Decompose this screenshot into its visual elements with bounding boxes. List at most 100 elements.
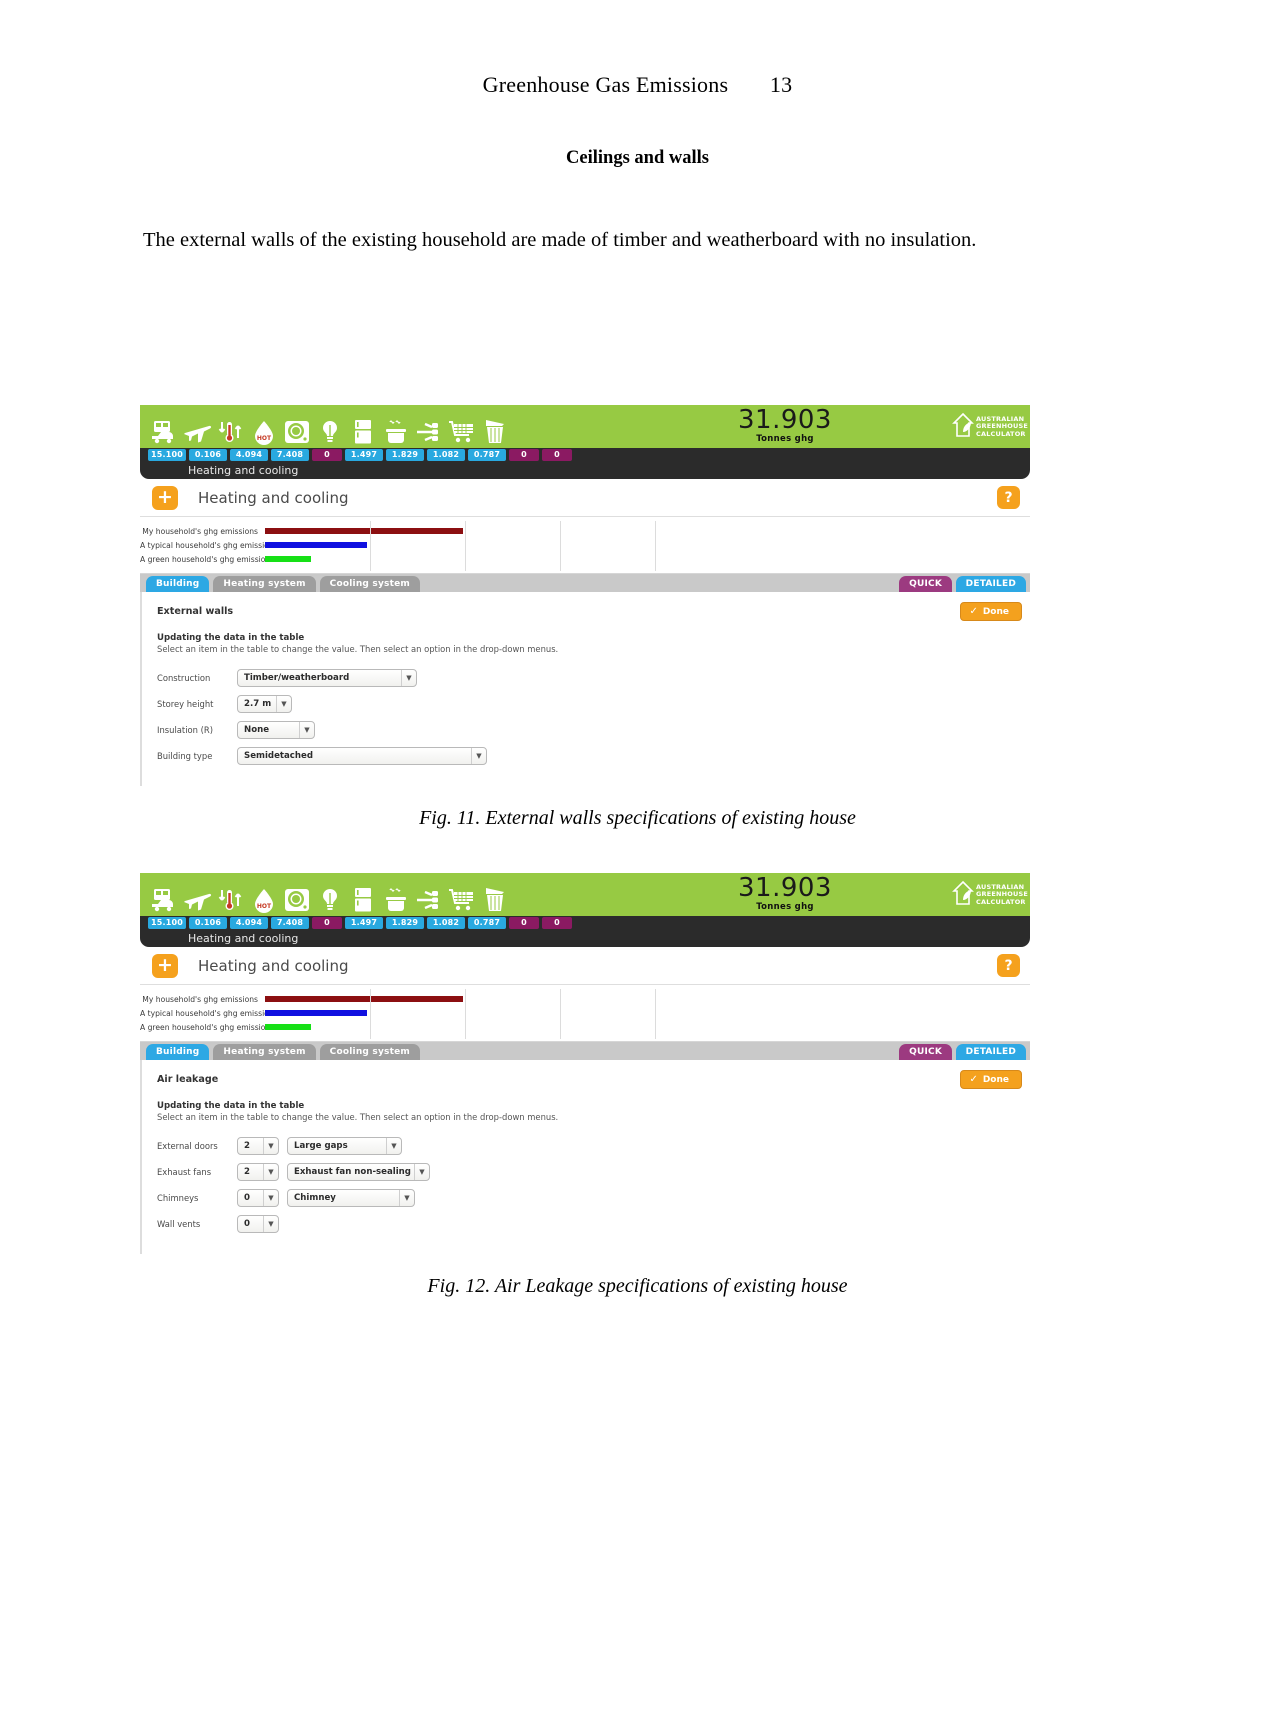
thermometer-heating-cooling-icon[interactable] <box>216 417 246 447</box>
select-storey-height[interactable]: 2.7 m ▼ <box>237 694 292 713</box>
tab-quick[interactable]: QUICK <box>899 1044 952 1060</box>
hot-water-droplet-icon[interactable]: HOT <box>249 417 279 447</box>
expand-plus-button[interactable]: + <box>152 953 178 978</box>
total-emissions: 31.903 Tonnes ghg <box>700 405 870 444</box>
waste-bin-icon[interactable] <box>480 885 510 915</box>
tab-bar[interactable]: Building Heating system Cooling system QUIC… <box>140 574 1030 592</box>
chart-gridline <box>370 989 371 1039</box>
leaf-house-icon <box>952 880 974 905</box>
chevron-down-icon[interactable]: ▼ <box>399 1189 414 1206</box>
thermometer-heating-cooling-icon[interactable] <box>216 885 246 915</box>
done-label: Done <box>982 1074 1009 1085</box>
select-external-doors-count[interactable]: 2 ▼ <box>237 1136 279 1155</box>
category-value-chip: 0 <box>312 448 342 462</box>
tab-quick[interactable]: QUICK <box>899 576 952 592</box>
category-icon-strip[interactable]: HOT <box>140 875 510 915</box>
category-value-chip: 7.408 <box>271 448 309 462</box>
select-exhaust-fans-type[interactable]: Exhaust fan non-sealing ▼ <box>287 1162 430 1181</box>
chevron-down-icon[interactable]: ▼ <box>414 1163 429 1180</box>
legend-row: A green household's ghg emissions <box>140 553 1030 565</box>
chart-gridline <box>370 521 371 571</box>
select-value: 2 <box>244 1140 250 1151</box>
shopping-trolley-icon[interactable] <box>447 417 477 447</box>
shopping-trolley-icon[interactable] <box>447 885 477 915</box>
appliances-plug-icon[interactable] <box>414 885 444 915</box>
select-value: Timber/weatherboard <box>244 672 350 683</box>
field-label: Exhaust fans <box>157 1166 212 1177</box>
select-chimneys-type[interactable]: Chimney ▼ <box>287 1188 415 1207</box>
airplane-icon[interactable] <box>183 417 213 447</box>
category-value-chip: 0 <box>542 448 572 462</box>
chevron-down-icon[interactable]: ▼ <box>263 1215 278 1232</box>
field-row: Insulation (R) None ▼ <box>157 720 1030 739</box>
tab-detailed[interactable]: DETAILED <box>955 1044 1026 1060</box>
hint-text: Select an item in the table to change th… <box>157 1112 559 1122</box>
hot-water-droplet-icon[interactable]: HOT <box>249 885 279 915</box>
done-button[interactable]: ✓ Done <box>960 1070 1022 1089</box>
tab-building[interactable]: Building <box>146 1044 210 1060</box>
tab-heating-system[interactable]: Heating system <box>213 576 316 592</box>
chevron-down-icon[interactable]: ▼ <box>471 747 486 764</box>
select-external-doors-type[interactable]: Large gaps ▼ <box>287 1136 402 1155</box>
tab-building[interactable]: Building <box>146 576 210 592</box>
tab-heating-system[interactable]: Heating system <box>213 1044 316 1060</box>
expand-plus-button[interactable]: + <box>152 485 178 510</box>
chevron-down-icon[interactable]: ▼ <box>386 1137 401 1154</box>
select-construction[interactable]: Timber/weatherboard ▼ <box>237 668 417 687</box>
total-value: 31.903 <box>738 405 832 435</box>
select-exhaust-fans-count[interactable]: 2 ▼ <box>237 1162 279 1181</box>
bus-car-transport-icon[interactable] <box>150 417 180 447</box>
washing-machine-icon[interactable] <box>282 417 312 447</box>
select-wall-vents-count[interactable]: 0 ▼ <box>237 1214 279 1233</box>
legend-row: A green household's ghg emissions <box>140 1021 1030 1033</box>
hint-heading: Updating the data in the table <box>157 1101 305 1111</box>
select-value: Exhaust fan non-sealing <box>294 1166 411 1177</box>
refrigerator-icon[interactable] <box>348 417 378 447</box>
tab-cooling-system[interactable]: Cooling system <box>319 1044 420 1060</box>
brand-text: AUSTRALIAN GREENHOUSE CALCULATOR <box>976 883 1028 907</box>
panel-title: Heating and cooling <box>198 956 349 975</box>
chevron-down-icon[interactable]: ▼ <box>276 695 291 712</box>
chevron-down-icon[interactable]: ▼ <box>401 669 416 686</box>
form-title: Air leakage <box>157 1074 219 1085</box>
tab-bar[interactable]: Building Heating system Cooling system QUIC… <box>140 1042 1030 1060</box>
chevron-down-icon[interactable]: ▼ <box>299 721 314 738</box>
refrigerator-icon[interactable] <box>348 885 378 915</box>
chart-gridline <box>465 521 466 571</box>
help-button[interactable]: ? <box>997 486 1020 509</box>
category-value-chip: 4.094 <box>230 916 268 930</box>
category-value-chip: 0.106 <box>189 916 227 930</box>
select-building-type[interactable]: Semidetached ▼ <box>237 746 487 765</box>
document-page: Greenhouse Gas Emissions 13 Ceilings and… <box>0 72 1275 1297</box>
category-value-chip: 1.829 <box>386 916 424 930</box>
tab-cooling-system[interactable]: Cooling system <box>319 576 420 592</box>
waste-bin-icon[interactable] <box>480 417 510 447</box>
chevron-down-icon[interactable]: ▼ <box>263 1163 278 1180</box>
figure-12-caption: Fig. 12. Air Leakage specifications of e… <box>427 1275 848 1297</box>
select-chimneys-count[interactable]: 0 ▼ <box>237 1188 279 1207</box>
legend-row: A typical household's ghg emissions <box>140 1007 1030 1019</box>
help-button[interactable]: ? <box>997 954 1020 977</box>
tab-detailed[interactable]: DETAILED <box>955 576 1026 592</box>
category-icon-strip[interactable]: HOT <box>140 407 510 447</box>
cooking-pot-icon[interactable] <box>381 885 411 915</box>
field-row: Chimneys 0 ▼ Chimney ▼ <box>157 1188 1030 1207</box>
chevron-down-icon[interactable]: ▼ <box>263 1189 278 1206</box>
lightbulb-icon[interactable] <box>315 885 345 915</box>
cooking-pot-icon[interactable] <box>381 417 411 447</box>
washing-machine-icon[interactable] <box>282 885 312 915</box>
appliances-plug-icon[interactable] <box>414 417 444 447</box>
legend-bar <box>265 1010 367 1016</box>
done-button[interactable]: ✓ Done <box>960 602 1022 621</box>
legend-bar <box>265 528 463 534</box>
bus-car-transport-icon[interactable] <box>150 885 180 915</box>
field-label: Construction <box>157 672 211 683</box>
chart-gridline <box>465 989 466 1039</box>
airplane-icon[interactable] <box>183 885 213 915</box>
lightbulb-icon[interactable] <box>315 417 345 447</box>
category-value-chip: 15.100 <box>148 448 186 462</box>
chevron-down-icon[interactable]: ▼ <box>263 1137 278 1154</box>
check-icon: ✓ <box>969 1074 978 1085</box>
panel-header: + Heating and cooling ? <box>140 947 1030 985</box>
select-insulation-r[interactable]: None ▼ <box>237 720 315 739</box>
